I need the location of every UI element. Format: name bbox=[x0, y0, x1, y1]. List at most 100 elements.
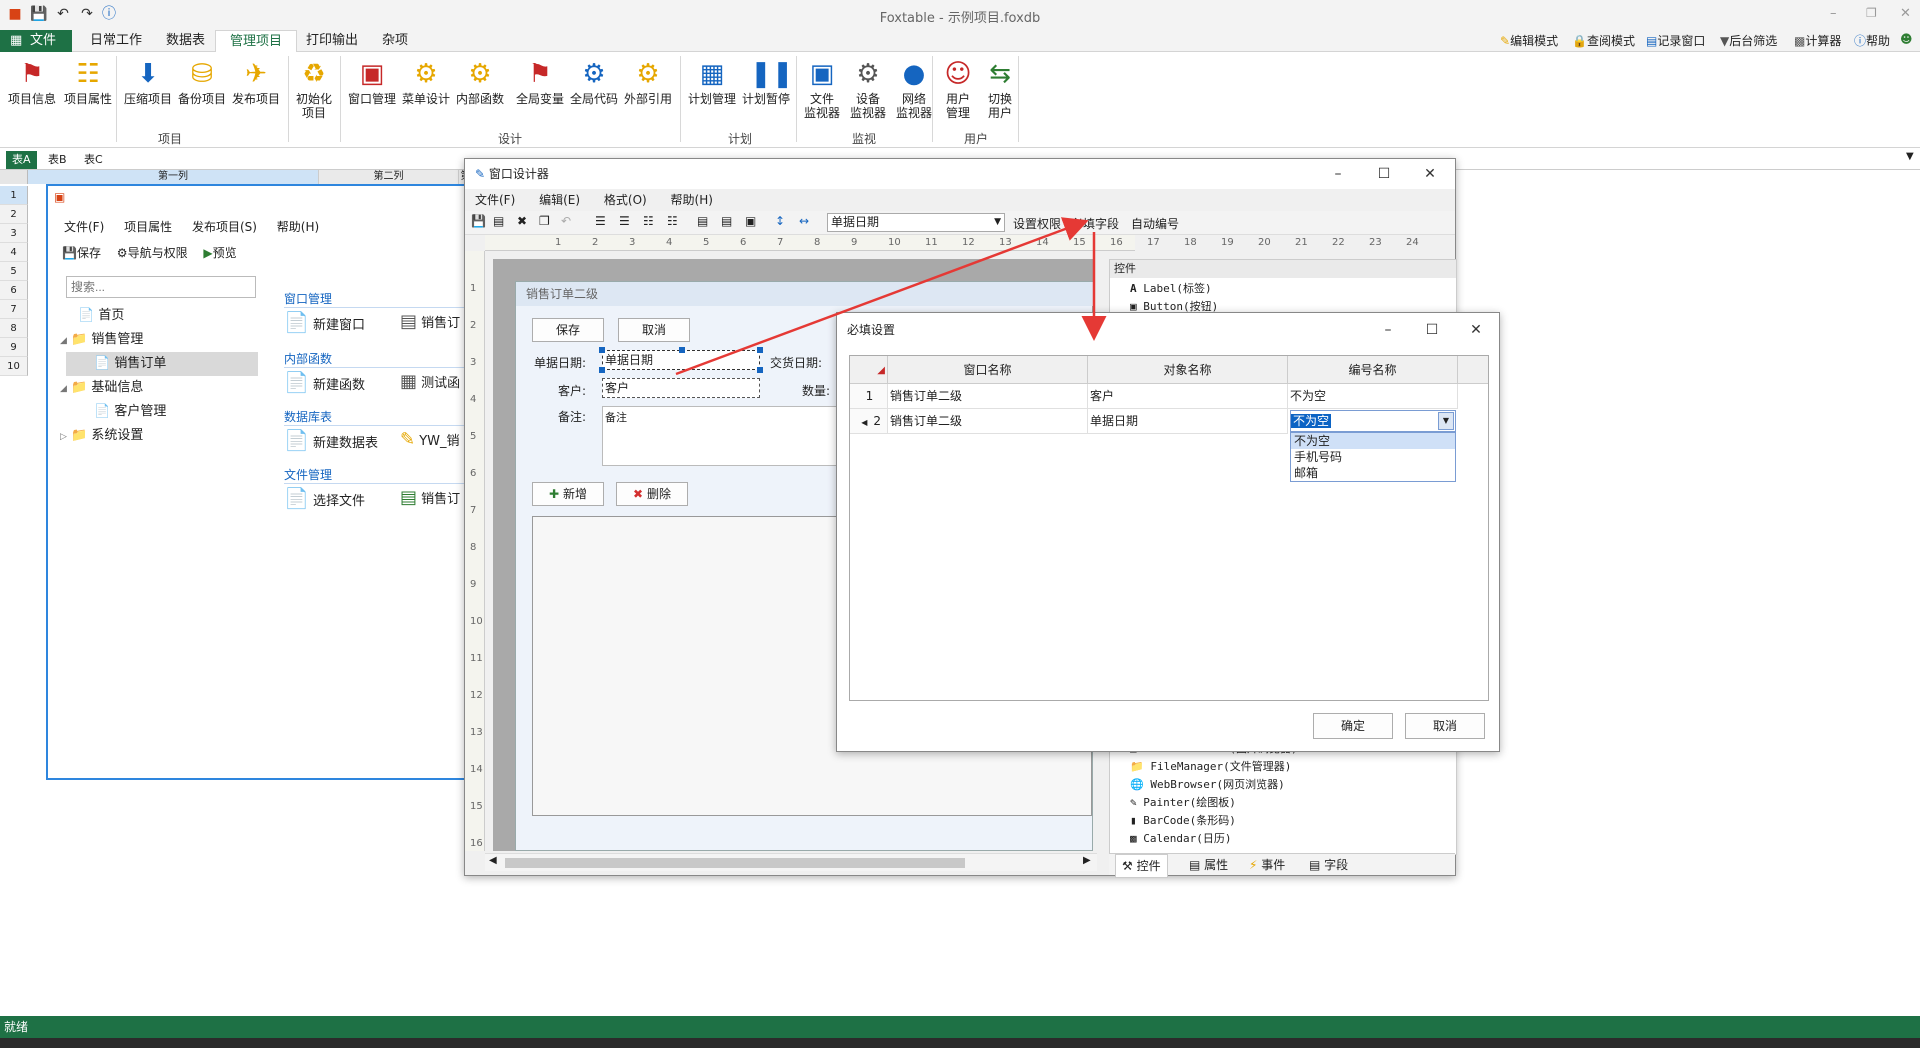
section-item[interactable]: ✎ YW_销 bbox=[400, 428, 460, 452]
nav-menu-publish[interactable]: 发布项目(S) bbox=[192, 220, 257, 234]
canvas-scrollbar[interactable]: ◀ ▶ bbox=[485, 853, 1097, 871]
ribbon-button-2[interactable]: ⬇ 压缩项目 bbox=[122, 58, 174, 130]
designer-menu-edit[interactable]: 编辑(E) bbox=[539, 193, 580, 207]
sheet-tab-b[interactable]: 表B bbox=[42, 151, 73, 169]
control-item-painter[interactable]: ✎ Painter(绘图板) bbox=[1130, 794, 1236, 812]
tree-item-sales[interactable]: ◢ 📁 销售管理 bbox=[60, 328, 143, 352]
record-window-button[interactable]: ▤记录窗口 bbox=[1646, 32, 1705, 49]
users-icon[interactable]: ☻ bbox=[1900, 32, 1913, 46]
ribbon-button-0[interactable]: ⚑ 项目信息 bbox=[6, 58, 58, 130]
grid-col-header-2[interactable]: 第二列 bbox=[318, 170, 458, 184]
nav-menu-file[interactable]: 文件(F) bbox=[64, 220, 104, 234]
grid-row-header[interactable]: 6 bbox=[0, 281, 28, 300]
rule-combo[interactable]: 不为空 ▼ bbox=[1290, 410, 1456, 432]
grid-row-header[interactable]: 4 bbox=[0, 243, 28, 262]
same-height-icon[interactable]: ▤ bbox=[721, 214, 732, 228]
dropdown-option[interactable]: 邮箱 bbox=[1291, 465, 1455, 481]
section-item[interactable]: 📄 选择文件 bbox=[284, 486, 365, 510]
center-horizontal-icon[interactable]: ↔ bbox=[799, 214, 809, 228]
backend-filter-button[interactable]: ▼后台筛选 bbox=[1720, 32, 1777, 49]
nav-menu-help[interactable]: 帮助(H) bbox=[277, 220, 319, 234]
selection-handle[interactable] bbox=[757, 347, 763, 353]
column-header-object[interactable]: 对象名称 bbox=[1088, 356, 1288, 384]
section-item[interactable]: ▤ 销售订 bbox=[400, 310, 460, 334]
ribbon-button-5[interactable]: ♻ 初始化 项目 bbox=[294, 58, 334, 130]
designer-menu-format[interactable]: 格式(O) bbox=[604, 193, 647, 207]
tab-properties[interactable]: ▤ 属性 bbox=[1189, 854, 1228, 876]
ribbon-button-6[interactable]: ▣ 窗口管理 bbox=[346, 58, 398, 130]
grid-row-header[interactable]: 8 bbox=[0, 319, 28, 338]
cell-object[interactable]: 客户 bbox=[1088, 384, 1288, 409]
required-fields-link[interactable]: 必填字段 bbox=[1071, 215, 1119, 232]
tab-manage-project[interactable]: 管理项目 bbox=[215, 30, 298, 53]
form-customer-field[interactable]: 客户 bbox=[602, 378, 760, 398]
tree-item-customer[interactable]: 📄 客户管理 bbox=[94, 400, 166, 424]
same-size-icon[interactable]: ▣ bbox=[745, 214, 756, 228]
selection-handle[interactable] bbox=[599, 347, 605, 353]
tab-file[interactable]: ▦ 文件 bbox=[0, 30, 72, 52]
sheet-tab-a[interactable]: 表A bbox=[6, 151, 37, 169]
form-note-field[interactable]: 备注 bbox=[602, 406, 862, 466]
maximize-icon[interactable]: ☐ bbox=[1409, 315, 1455, 345]
cell-object[interactable]: 单据日期 bbox=[1088, 409, 1288, 434]
help-button[interactable]: ⓘ帮助 bbox=[1854, 32, 1890, 49]
nav-preview-button[interactable]: 预览 bbox=[213, 246, 237, 260]
selection-handle[interactable] bbox=[679, 347, 685, 353]
align-left-icon[interactable]: ☰ bbox=[595, 214, 606, 228]
grid-row-header[interactable]: 7 bbox=[0, 300, 28, 319]
ribbon-button-10[interactable]: ⚙ 全局代码 bbox=[568, 58, 620, 130]
column-header-rule[interactable]: 编号名称 bbox=[1288, 356, 1458, 384]
cancel-button[interactable]: 取消 bbox=[1405, 713, 1485, 739]
selection-handle[interactable] bbox=[757, 367, 763, 373]
section-item[interactable]: 📄 新建窗口 bbox=[284, 310, 365, 334]
chevron-right-icon[interactable]: ▶ bbox=[1083, 855, 1091, 866]
tab-controls[interactable]: ⚒ 控件 bbox=[1115, 854, 1168, 878]
chevron-left-icon[interactable]: ◀ bbox=[489, 855, 497, 866]
auto-number-link[interactable]: 自动编号 bbox=[1131, 215, 1179, 232]
ribbon-button-9[interactable]: ⚑ 全局变量 bbox=[514, 58, 566, 130]
nav-permissions-button[interactable]: 导航与权限 bbox=[128, 246, 188, 260]
ribbon-button-16[interactable]: ● 网络 监视器 bbox=[892, 58, 936, 130]
sheet-menu-arrow-icon[interactable]: ▼ bbox=[1906, 151, 1914, 162]
cell-window[interactable]: 销售订单二级 bbox=[888, 384, 1088, 409]
ribbon-button-18[interactable]: ⇆ 切换 用户 bbox=[980, 58, 1020, 130]
tab-print-output[interactable]: 打印输出 bbox=[292, 30, 372, 52]
tab-misc[interactable]: 杂项 bbox=[368, 30, 422, 52]
query-mode-button[interactable]: 🔒查阅模式 bbox=[1572, 32, 1635, 49]
tree-item-system[interactable]: ▷ 📁 系统设置 bbox=[60, 424, 143, 448]
section-item[interactable]: ▦ 测试函 bbox=[400, 370, 460, 394]
ribbon-button-8[interactable]: ⚙ 内部函数 bbox=[454, 58, 506, 130]
tab-events[interactable]: ⚡ 事件 bbox=[1249, 854, 1285, 876]
form-save-button[interactable]: 保存 bbox=[532, 318, 604, 342]
cut-icon[interactable]: ✖ bbox=[517, 214, 527, 228]
minimize-icon[interactable]: – bbox=[1365, 315, 1411, 345]
tree-item-basic-info[interactable]: ◢ 📁 基础信息 bbox=[60, 376, 143, 400]
form-delete-button[interactable]: ✖ 删除 bbox=[616, 482, 688, 506]
nav-menu-project-props[interactable]: 项目属性 bbox=[124, 220, 172, 234]
center-vertical-icon[interactable]: ↕ bbox=[775, 214, 785, 228]
control-select[interactable]: 单据日期 ▼ bbox=[827, 213, 1005, 232]
saveas-icon[interactable]: ▤ bbox=[493, 214, 504, 228]
section-item[interactable]: ▤ 销售订 bbox=[400, 486, 460, 510]
section-item[interactable]: 📄 新建函数 bbox=[284, 370, 365, 394]
grid-row-header[interactable]: 2 bbox=[0, 205, 28, 224]
cell-window[interactable]: 销售订单二级 bbox=[888, 409, 1088, 434]
minimize-icon[interactable]: – bbox=[1315, 159, 1361, 189]
control-item-calendar[interactable]: ▩ Calendar(日历) bbox=[1130, 830, 1231, 844]
calculator-button[interactable]: ▩计算器 bbox=[1794, 32, 1841, 49]
close-icon[interactable]: ✕ bbox=[1453, 315, 1499, 345]
undo-icon[interactable]: ↶ bbox=[561, 214, 571, 228]
ribbon-button-17[interactable]: ☺ 用户 管理 bbox=[938, 58, 978, 130]
same-width-icon[interactable]: ▤ bbox=[697, 214, 708, 228]
minimize-icon[interactable]: – bbox=[1830, 6, 1837, 21]
ribbon-button-7[interactable]: ⚙ 菜单设计 bbox=[400, 58, 452, 130]
grid-row-header[interactable]: 1 bbox=[0, 186, 28, 205]
ribbon-button-11[interactable]: ⚙ 外部引用 bbox=[622, 58, 674, 130]
copy-icon[interactable]: ❐ bbox=[539, 214, 550, 228]
tree-item-home[interactable]: 📄 首页 bbox=[78, 304, 124, 328]
maximize-icon[interactable]: ☐ bbox=[1361, 159, 1407, 189]
align-bottom-icon[interactable]: ☷ bbox=[667, 214, 678, 228]
align-right-icon[interactable]: ☰ bbox=[619, 214, 630, 228]
control-item-filemanager[interactable]: 📁 FileManager(文件管理器) bbox=[1130, 758, 1291, 776]
form-date-field[interactable]: 单据日期 bbox=[599, 347, 763, 373]
